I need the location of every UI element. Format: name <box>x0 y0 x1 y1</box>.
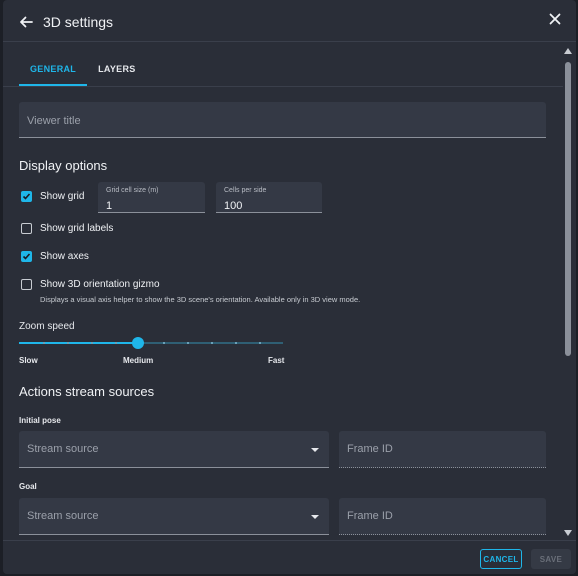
chevron-down-icon <box>311 515 319 519</box>
slider-tick <box>235 342 237 344</box>
scrollbar[interactable] <box>563 44 573 540</box>
slider-tick <box>259 342 261 344</box>
display-options-title: Display options <box>19 158 108 173</box>
zoom-speed-label: Zoom speed <box>19 321 75 332</box>
goal-label: Goal <box>19 482 37 491</box>
viewer-title-input[interactable]: Viewer title <box>19 102 546 138</box>
show-gizmo-checkbox[interactable] <box>21 279 32 290</box>
cells-per-side-input[interactable]: Cells per side 100 <box>216 182 322 213</box>
cells-per-side-label: Cells per side <box>224 187 267 194</box>
goal-source-placeholder: Stream source <box>27 510 99 522</box>
chevron-down-icon <box>311 448 319 452</box>
scroll-up-icon[interactable] <box>564 48 572 54</box>
goal-source-select[interactable]: Stream source <box>19 498 329 535</box>
dialog-title: 3D settings <box>43 14 114 30</box>
tab-divider <box>3 86 563 87</box>
close-icon[interactable] <box>547 11 563 27</box>
show-grid-labels-label: Show grid labels <box>40 223 114 234</box>
zoom-speed-slider[interactable]: Slow Medium Fast <box>19 337 285 368</box>
show-gizmo-description: Displays a visual axis helper to show th… <box>40 295 361 304</box>
slider-max-label: Fast <box>268 356 285 365</box>
slider-fill <box>19 342 138 344</box>
initial-pose-frame-input[interactable]: Frame ID <box>339 431 546 468</box>
scrollbar-thumb[interactable] <box>565 62 571 356</box>
slider-tick <box>211 342 213 344</box>
arrow-left-icon[interactable] <box>17 13 35 31</box>
show-axes-label: Show axes <box>40 251 89 262</box>
show-grid-labels-checkbox[interactable] <box>21 223 32 234</box>
show-gizmo-label: Show 3D orientation gizmo <box>40 279 160 290</box>
initial-pose-frame-placeholder: Frame ID <box>347 443 393 455</box>
slider-tick <box>43 342 45 344</box>
show-axes-checkbox[interactable] <box>21 251 32 262</box>
tab-layers[interactable]: LAYERS <box>87 56 146 86</box>
tab-bar: GENERAL LAYERS <box>19 56 147 86</box>
initial-pose-label: Initial pose <box>19 416 61 425</box>
slider-tick <box>115 342 117 344</box>
show-grid-label: Show grid <box>40 191 85 202</box>
viewer-title-placeholder: Viewer title <box>27 115 81 127</box>
tab-general[interactable]: GENERAL <box>19 56 88 86</box>
save-button[interactable]: SAVE <box>531 549 571 569</box>
actions-title: Actions stream sources <box>19 384 155 399</box>
slider-tick <box>91 342 93 344</box>
initial-pose-source-placeholder: Stream source <box>27 443 99 455</box>
cancel-button[interactable]: CANCEL <box>480 549 522 569</box>
grid-cell-size-value: 1 <box>106 200 113 212</box>
dialog-footer: CANCEL SAVE <box>3 540 576 574</box>
scroll-down-icon[interactable] <box>564 530 572 536</box>
slider-mid-label: Medium <box>123 356 154 365</box>
slider-tick <box>67 342 69 344</box>
slider-min-label: Slow <box>19 356 38 365</box>
grid-cell-size-label: Grid cell size (m) <box>106 187 159 194</box>
settings-dialog: 3D settings GENERAL LAYERS Viewer title … <box>3 0 576 574</box>
slider-tick <box>163 342 165 344</box>
cells-per-side-value: 100 <box>224 200 243 212</box>
dialog-header: 3D settings <box>3 0 576 42</box>
slider-thumb[interactable] <box>132 337 144 349</box>
goal-frame-placeholder: Frame ID <box>347 510 393 522</box>
slider-tick <box>187 342 189 344</box>
show-grid-checkbox[interactable] <box>21 191 32 202</box>
grid-cell-size-input[interactable]: Grid cell size (m) 1 <box>98 182 205 213</box>
initial-pose-source-select[interactable]: Stream source <box>19 431 329 468</box>
goal-frame-input[interactable]: Frame ID <box>339 498 546 535</box>
